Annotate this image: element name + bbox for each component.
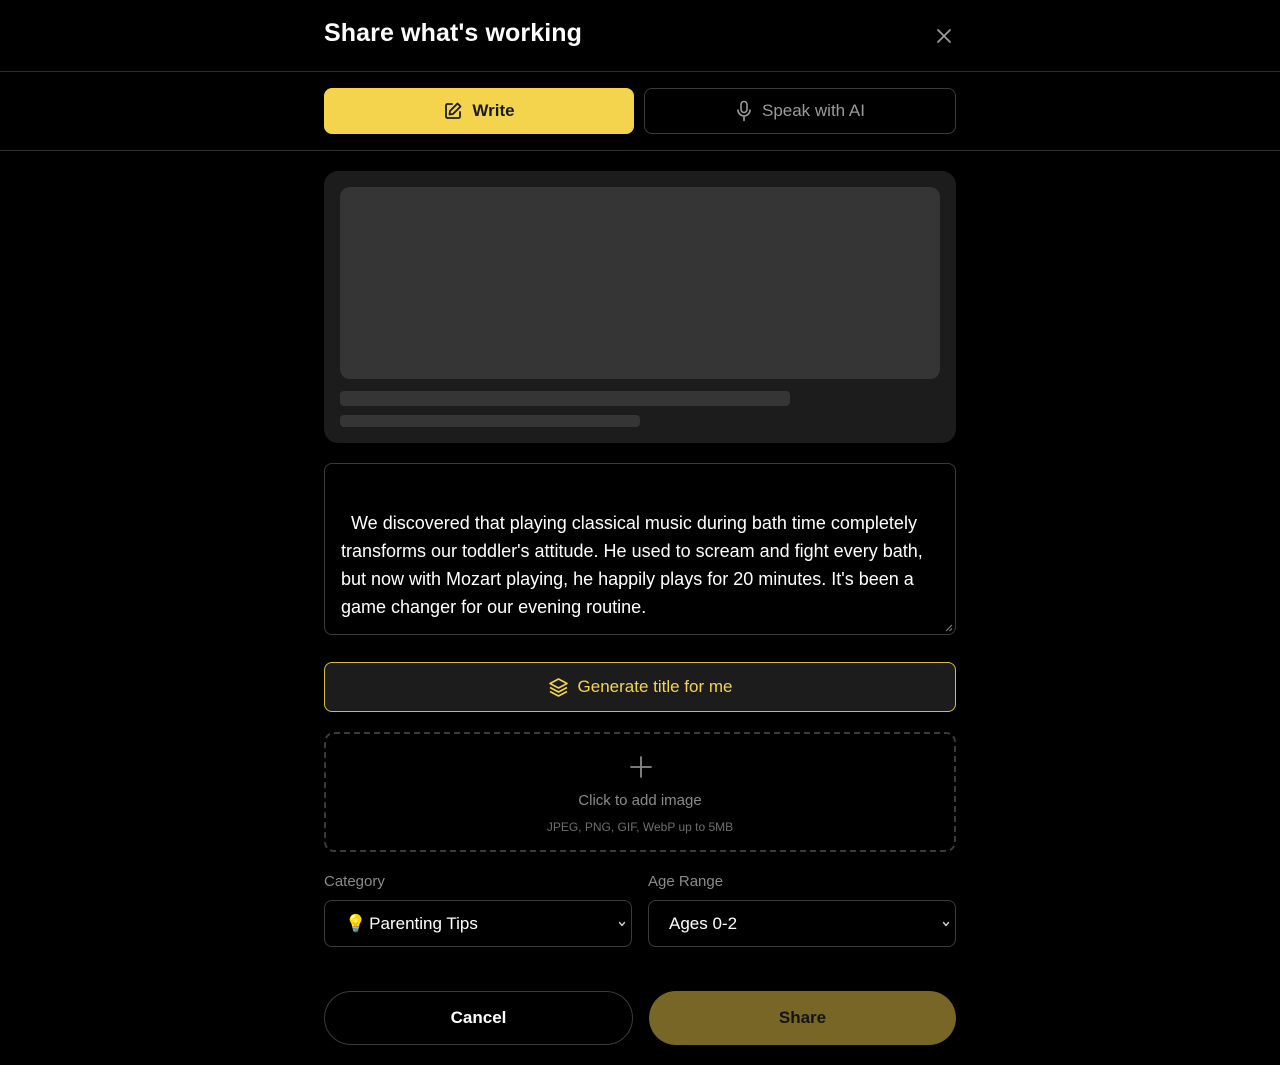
write-mode-button[interactable]: Write <box>324 88 634 134</box>
microphone-icon <box>737 100 751 122</box>
resize-handle-icon[interactable] <box>945 624 953 632</box>
category-select[interactable]: 💡 Parenting Tips <box>324 900 632 947</box>
preview-image-placeholder <box>340 187 940 379</box>
generate-title-button[interactable]: Generate title for me <box>324 662 956 712</box>
mode-toggle-bar: Write Speak with AI <box>0 72 1280 151</box>
modal-header: Share what's working <box>0 0 1280 72</box>
story-text-content: We discovered that playing classical mus… <box>341 513 928 617</box>
category-label: Category <box>324 873 385 890</box>
age-range-selected-value: Ages 0-2 <box>669 913 738 933</box>
age-range-select[interactable]: Ages 0-2 <box>648 900 956 947</box>
close-button[interactable] <box>930 22 958 50</box>
preview-subtitle-placeholder <box>340 415 640 427</box>
upload-hint: JPEG, PNG, GIF, WebP up to 5MB <box>546 820 734 834</box>
layers-icon <box>548 677 568 697</box>
upload-label: Click to add image <box>578 792 702 809</box>
generate-title-label: Generate title for me <box>577 677 733 696</box>
close-icon <box>937 29 951 43</box>
chevron-down-icon <box>618 921 626 927</box>
link-preview-skeleton <box>324 171 956 443</box>
age-range-label: Age Range <box>648 873 724 890</box>
share-button[interactable]: Share <box>649 991 956 1045</box>
plus-icon <box>630 756 652 778</box>
lightbulb-icon: 💡 <box>345 913 367 933</box>
image-upload-dropzone[interactable]: Click to add image JPEG, PNG, GIF, WebP … <box>324 732 956 852</box>
write-mode-label: Write <box>472 101 515 120</box>
page-title: Share what's working <box>324 19 583 47</box>
preview-title-placeholder <box>340 391 790 406</box>
speak-with-ai-button[interactable]: Speak with AI <box>644 88 956 134</box>
story-textarea[interactable]: We discovered that playing classical mus… <box>324 463 956 635</box>
speak-mode-label: Speak with AI <box>761 101 865 120</box>
cancel-button[interactable]: Cancel <box>324 991 633 1045</box>
category-selected-value: Parenting Tips <box>369 913 478 933</box>
pencil-square-icon <box>445 102 462 119</box>
chevron-down-icon <box>942 921 950 927</box>
